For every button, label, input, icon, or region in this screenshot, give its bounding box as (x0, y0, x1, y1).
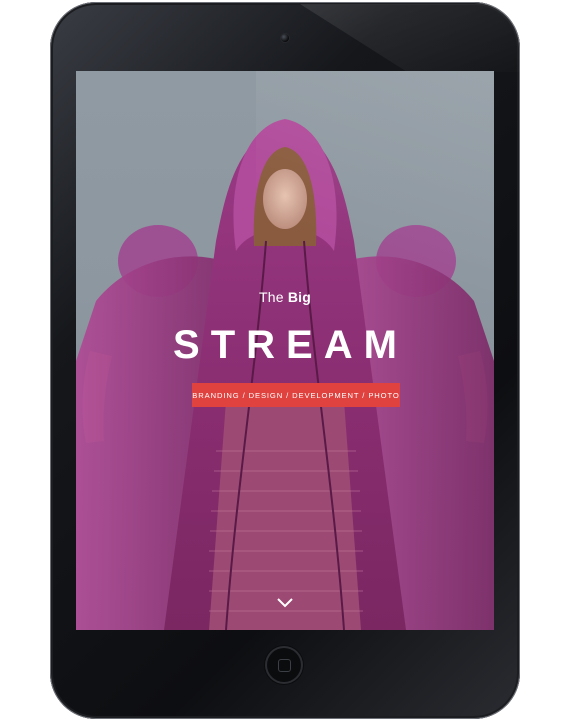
camera-icon (281, 34, 289, 42)
hero-subtitle-bold: Big (287, 289, 311, 305)
tablet-screen: The Big STREAM BRANDING / DESIGN / DEVEL… (76, 71, 494, 630)
hero-subtitle-pre: The (259, 289, 288, 305)
chevron-down-icon[interactable] (276, 597, 294, 609)
hero-overlay: The Big STREAM BRANDING / DESIGN / DEVEL… (76, 71, 494, 630)
hero-title: STREAM (173, 323, 408, 367)
home-square-icon (277, 658, 291, 672)
services-tag-text: BRANDING / DESIGN / DEVELOPMENT / PHOTO (192, 390, 400, 400)
bezel-glare (300, 4, 568, 72)
services-tag[interactable]: BRANDING / DESIGN / DEVELOPMENT / PHOTO (192, 383, 400, 407)
home-button-icon[interactable] (267, 648, 301, 682)
hero-subtitle: The Big (76, 289, 494, 305)
